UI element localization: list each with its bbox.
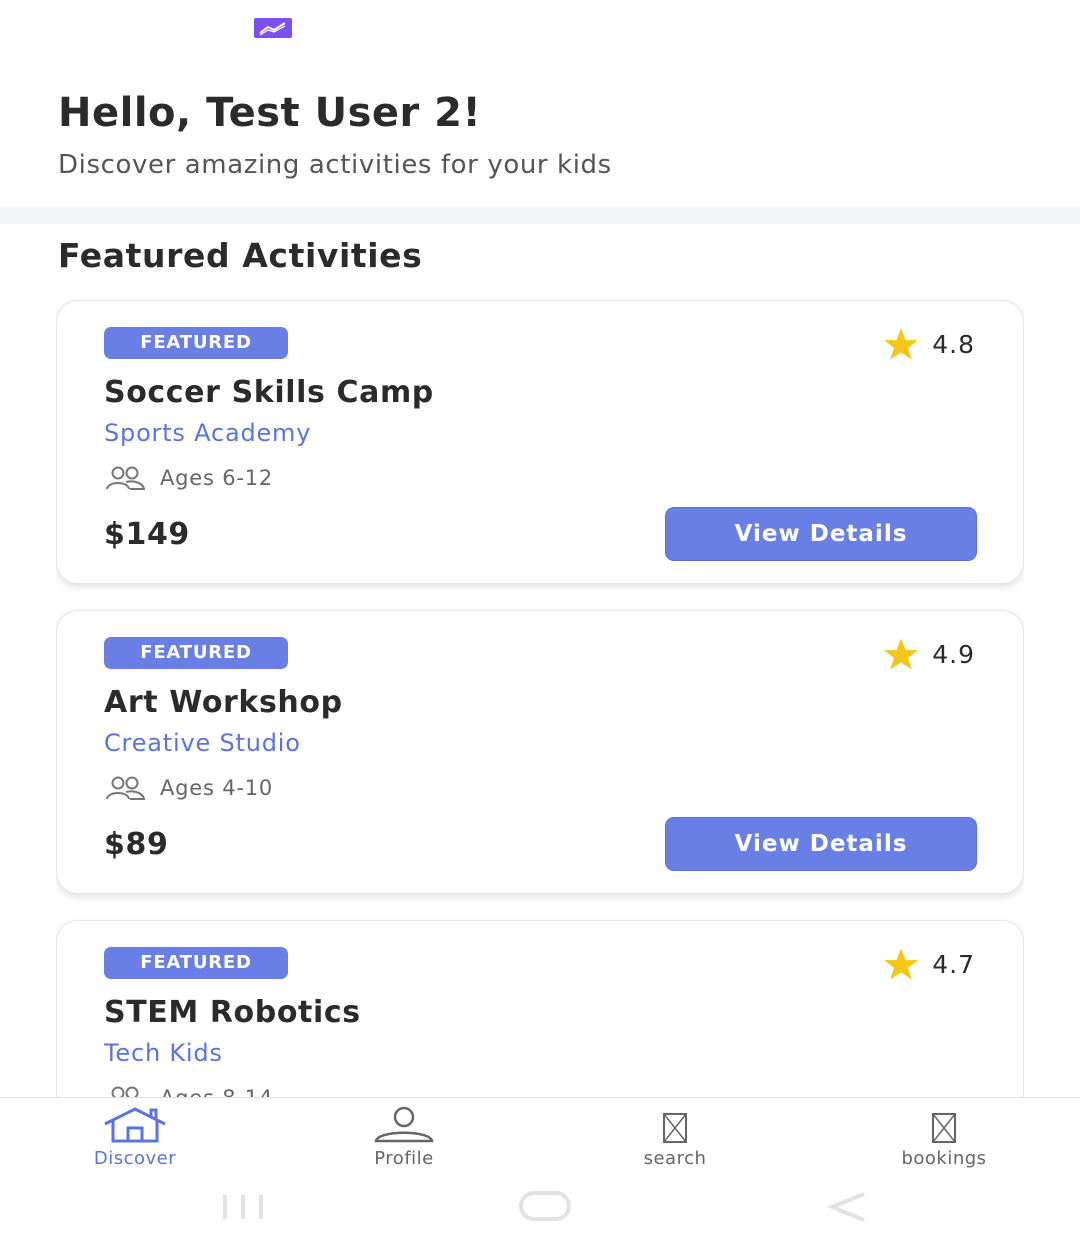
- nav-bookings[interactable]: bookings: [844, 1106, 1044, 1169]
- activity-provider[interactable]: Creative Studio: [104, 729, 301, 757]
- age-range: Ages 6-12: [104, 465, 273, 491]
- nav-profile[interactable]: Profile: [304, 1106, 504, 1169]
- activity-title: STEM Robotics: [104, 995, 361, 1030]
- rating: 4.7: [882, 947, 975, 981]
- rating-value: 4.7: [932, 949, 975, 979]
- activity-price: $149: [104, 517, 190, 552]
- activity-card[interactable]: FEATURED 4.9 Art Workshop Creative Studi…: [56, 610, 1024, 894]
- recent-apps-icon[interactable]: [218, 1192, 268, 1222]
- featured-badge: FEATURED: [104, 947, 288, 979]
- activity-provider[interactable]: Sports Academy: [104, 419, 311, 447]
- activity-card[interactable]: FEATURED 4.8 Soccer Skills Camp Sports A…: [56, 300, 1024, 584]
- missing-glyph-icon: [932, 1113, 956, 1143]
- age-range-label: Ages 4-10: [160, 776, 274, 800]
- system-nav-bar: [0, 1182, 1080, 1242]
- activity-title: Art Workshop: [104, 685, 343, 720]
- featured-badge: FEATURED: [104, 327, 288, 359]
- view-details-button[interactable]: View Details: [665, 817, 977, 871]
- greeting-subtitle: Discover amazing activities for your kid…: [58, 150, 612, 180]
- age-range-label: Ages 6-12: [160, 466, 274, 490]
- greeting-title: Hello, Test User 2!: [58, 90, 482, 136]
- home-icon: [104, 1107, 166, 1143]
- activity-price: $89: [104, 827, 169, 862]
- rating-value: 4.8: [932, 329, 975, 359]
- bottom-nav: Discover Profile search bookings: [0, 1097, 1080, 1182]
- missing-glyph-icon: [663, 1113, 687, 1143]
- home-button-icon[interactable]: [518, 1190, 572, 1222]
- nav-label: Discover: [93, 1148, 177, 1169]
- rating: 4.8: [882, 327, 975, 361]
- nav-label: bookings: [901, 1148, 987, 1169]
- age-range: Ages 4-10: [104, 775, 273, 801]
- section-divider: [0, 206, 1080, 224]
- activity-provider[interactable]: Tech Kids: [104, 1039, 223, 1067]
- section-title: Featured Activities: [58, 236, 423, 275]
- activity-card[interactable]: FEATURED 4.7 STEM Robotics Tech Kids Age…: [56, 920, 1024, 1098]
- star-icon: [884, 328, 919, 360]
- featured-badge: FEATURED: [104, 637, 288, 669]
- activity-list[interactable]: FEATURED 4.8 Soccer Skills Camp Sports A…: [56, 300, 1024, 1098]
- view-details-button[interactable]: View Details: [665, 507, 977, 561]
- people-icon: [106, 466, 146, 490]
- greeting-header: Hello, Test User 2! Discover amazing act…: [58, 90, 612, 180]
- rating: 4.9: [882, 637, 975, 671]
- nav-search[interactable]: search: [575, 1106, 775, 1169]
- nav-discover[interactable]: Discover: [35, 1106, 235, 1169]
- activity-title: Soccer Skills Camp: [104, 375, 434, 410]
- people-icon: [106, 776, 146, 800]
- rating-value: 4.9: [932, 639, 975, 669]
- back-icon[interactable]: [826, 1190, 870, 1224]
- nav-label: search: [643, 1148, 707, 1169]
- star-icon: [884, 638, 919, 670]
- star-icon: [884, 948, 919, 980]
- user-icon: [374, 1106, 434, 1143]
- nav-label: Profile: [374, 1148, 434, 1169]
- chart-icon: [254, 18, 292, 38]
